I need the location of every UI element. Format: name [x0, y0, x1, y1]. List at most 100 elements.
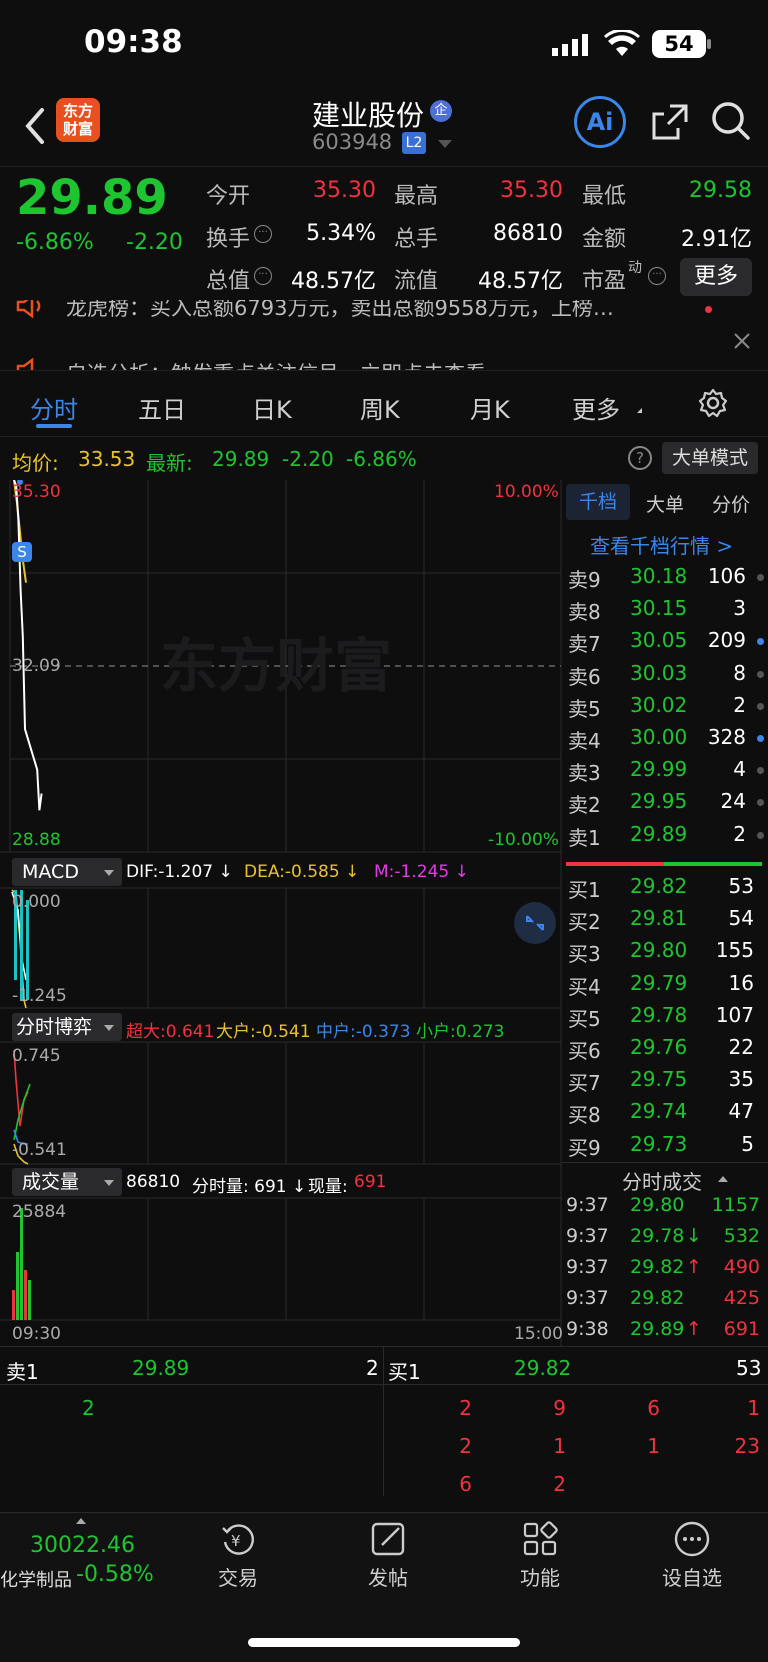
info-icon[interactable]: ···: [254, 225, 272, 243]
ask-price: 29.89: [630, 821, 688, 846]
ask-volume: 209: [707, 628, 746, 653]
bid-level: 买6: [568, 1039, 601, 1063]
book-tab-big-order[interactable]: 大单: [646, 490, 684, 517]
ask-row[interactable]: 卖6 30.03 8: [566, 661, 766, 691]
bid-row[interactable]: 买3 29.80 155: [566, 938, 766, 968]
bid-row[interactable]: 买1 29.82 53: [566, 874, 766, 904]
back-icon[interactable]: [22, 106, 48, 146]
ask-level: 卖1: [568, 825, 601, 850]
tick-arrow: ↑: [686, 1318, 702, 1340]
gear-icon[interactable]: [698, 388, 728, 418]
bid-row[interactable]: 买7 29.75 35: [566, 1067, 766, 1097]
queue-sell-count: 2: [366, 1356, 379, 1380]
ask-volume: 2: [733, 692, 746, 717]
brand-line2: 财富: [62, 120, 93, 138]
game-mid: 中户:-0.373: [316, 1022, 411, 1042]
bid-volume: 53: [728, 874, 754, 898]
nav-add-watchlist[interactable]: 设自选: [652, 1520, 732, 1591]
game-selector[interactable]: 分时博弈: [12, 1013, 122, 1041]
quote-label: 最低: [582, 184, 627, 209]
bid-price: 29.79: [630, 970, 688, 995]
book-tab-qiandang[interactable]: 千档: [566, 484, 630, 520]
news-line1[interactable]: 龙虎榜：买入总额6793万元，卖出总额9558万元，上榜…: [66, 300, 614, 322]
ai-icon[interactable]: Ai: [574, 96, 626, 148]
ask-price: 30.05: [630, 628, 688, 653]
news-ticker[interactable]: 龙虎榜：买入总额6793万元，卖出总额9558万元，上榜… 自选分析：触发重点关…: [0, 300, 768, 370]
ask-row[interactable]: 卖7 30.05 209: [566, 628, 766, 658]
bid-row[interactable]: 买5 29.78 107: [566, 1003, 766, 1033]
nav-trade[interactable]: ¥ 交易: [200, 1520, 276, 1591]
volume-top-label: 25884: [12, 1202, 67, 1222]
ask-row[interactable]: 卖8 30.15 3: [566, 596, 766, 626]
ask-row[interactable]: 卖1 29.89 2: [566, 822, 766, 852]
brand-logo[interactable]: 东方 财富: [56, 98, 100, 142]
battery-tip: [707, 39, 711, 49]
bid-row[interactable]: 买2 29.81 54: [566, 906, 766, 936]
tab-week-k[interactable]: 周K: [360, 390, 400, 425]
bid-level: 买2: [568, 910, 601, 935]
news-unread-dot: [705, 306, 712, 313]
ask-row[interactable]: 卖9 30.18 106: [566, 564, 766, 594]
game-label: 分时博弈: [16, 1016, 93, 1038]
bid-row[interactable]: 买4 29.79 16: [566, 971, 766, 1001]
info-icon[interactable]: ···: [254, 267, 272, 285]
ask-price: 30.00: [630, 725, 688, 749]
bid-row[interactable]: 买6 29.76 22: [566, 1035, 766, 1065]
ask-row[interactable]: 卖3 29.99 4: [566, 757, 766, 787]
quote-label-sup: 动: [628, 260, 642, 276]
queue-sell-label: 卖1: [6, 1360, 39, 1384]
ask-row[interactable]: 卖2 29.95 24: [566, 789, 766, 819]
expand-chart-icon[interactable]: [514, 902, 556, 944]
divider: [0, 166, 768, 167]
tab-more[interactable]: 更多: [572, 390, 620, 425]
battery-icon: 54: [652, 30, 706, 58]
index-expand-icon[interactable]: [76, 1518, 86, 1524]
level-badge[interactable]: L2: [402, 132, 426, 154]
nav-post-label: 发帖: [368, 1566, 408, 1590]
index-value[interactable]: 30022.46: [30, 1533, 135, 1558]
tab-fenshi[interactable]: 分时: [30, 390, 78, 425]
tab-day-k[interactable]: 日K: [252, 390, 292, 425]
s-marker-icon[interactable]: S: [12, 542, 32, 562]
ask-volume: 24: [720, 789, 746, 814]
more-button[interactable]: 更多: [680, 258, 752, 296]
search-icon[interactable]: [710, 100, 752, 142]
intraday-chart[interactable]: 东方财富: [0, 480, 562, 1346]
book-tab-price-split[interactable]: 分价: [712, 490, 750, 517]
volume-selector[interactable]: 成交量: [12, 1168, 122, 1196]
news-line2[interactable]: 自选分析：触发重点关注信号，立即点击查看: [66, 358, 486, 370]
s-marker-text: S: [17, 543, 27, 561]
info-icon[interactable]: ···: [648, 267, 666, 285]
level-badge-text: L2: [405, 135, 423, 151]
help-icon[interactable]: ?: [628, 446, 652, 470]
ticks-title[interactable]: 分时成交: [622, 1166, 702, 1195]
divider: [562, 1162, 768, 1163]
latest-value: 29.89: [212, 447, 270, 471]
ask-row[interactable]: 卖5 30.02 2: [566, 693, 766, 723]
tab-month-k[interactable]: 月K: [470, 390, 510, 425]
bid-row[interactable]: 买8 29.74 47: [566, 1099, 766, 1129]
ticks-collapse-icon[interactable]: [718, 1176, 728, 1182]
divider: [0, 436, 768, 437]
tick-volume: 691: [723, 1318, 760, 1340]
bid-price: 29.78: [630, 1002, 688, 1027]
bid-level: 买5: [568, 1006, 601, 1031]
tick-arrow: ↓: [686, 1225, 702, 1247]
big-order-mode-button[interactable]: 大单模式: [662, 442, 758, 474]
nav-post[interactable]: 发帖: [350, 1520, 426, 1591]
queue-buy-item: 1: [747, 1396, 760, 1420]
ask-row[interactable]: 卖4 30.00 328: [566, 725, 766, 755]
code-dropdown-icon[interactable]: [438, 140, 452, 148]
macd-selector[interactable]: MACD: [12, 858, 122, 886]
tab-active-indicator: [36, 424, 72, 428]
bid-row[interactable]: 买9 29.73 5: [566, 1132, 766, 1162]
tab-five-day[interactable]: 五日: [138, 390, 186, 425]
nav-function[interactable]: 功能: [502, 1520, 578, 1591]
stock-header: 东方 财富 建业股份 企 603948 L2 Ai: [0, 88, 768, 168]
close-icon[interactable]: [733, 332, 751, 350]
avg-value: 33.53: [78, 447, 136, 471]
share-icon[interactable]: [650, 102, 690, 142]
tick-volume: 1157: [711, 1194, 760, 1216]
change-amount: -2.20: [126, 230, 183, 255]
qiandang-link[interactable]: 查看千档行情 >: [590, 530, 733, 559]
